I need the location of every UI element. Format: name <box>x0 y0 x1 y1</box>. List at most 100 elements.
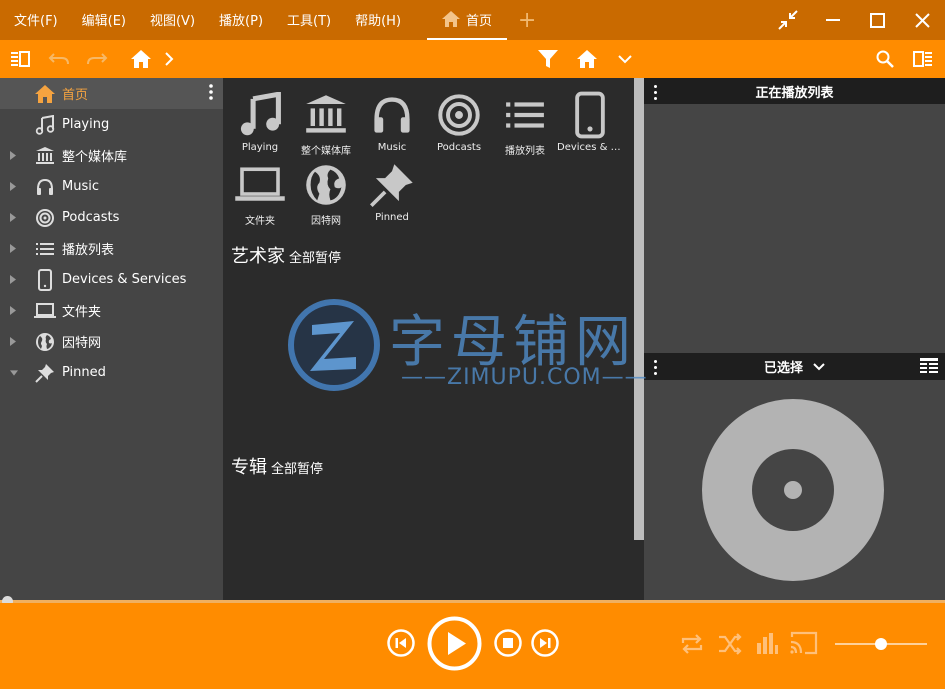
sidebar-item-pinned[interactable]: Pinned <box>0 357 223 388</box>
now-playing-title: 正在播放列表 <box>755 85 834 101</box>
list-view-icon[interactable] <box>920 358 938 375</box>
expand-arrow-icon[interactable] <box>10 182 18 192</box>
section-artists-sub[interactable]: 全部暂停 <box>289 247 341 266</box>
tile-playlists[interactable]: 播放列表 <box>492 90 558 160</box>
expand-arrow-icon[interactable] <box>10 275 18 285</box>
undo-icon <box>48 53 69 65</box>
tile-label: Playing <box>241 142 279 153</box>
cast-button[interactable] <box>788 629 820 657</box>
menu-view[interactable]: 视图(V) <box>138 0 207 40</box>
menu-tools[interactable]: 工具(T) <box>275 0 343 40</box>
sidebar-item-label: 播放列表 <box>62 243 115 258</box>
section-albums-sub[interactable]: 全部暂停 <box>271 458 323 477</box>
menu-help[interactable]: 帮助(H) <box>343 0 413 40</box>
close-button[interactable] <box>900 0 945 40</box>
back-button[interactable] <box>43 40 75 78</box>
filter-button[interactable] <box>532 40 564 78</box>
search-button[interactable] <box>869 40 901 78</box>
tile-label: 文件夹 <box>245 216 275 227</box>
chevron-down-icon[interactable] <box>813 362 825 371</box>
sidebar-item-internet[interactable]: 因特网 <box>0 326 223 357</box>
sidebar-item-playing[interactable]: Playing <box>0 109 223 140</box>
equalizer-icon <box>757 633 778 654</box>
tab-home-label: 首页 <box>466 13 493 29</box>
collapse-arrow-icon[interactable] <box>10 368 18 378</box>
sidebar-item-playlists[interactable]: 播放列表 <box>0 233 223 264</box>
sidebar-item-podcasts[interactable]: Podcasts <box>0 202 223 233</box>
expand-arrow-icon[interactable] <box>10 244 18 254</box>
laptop-icon <box>34 300 56 322</box>
expand-arrow-icon[interactable] <box>10 213 18 223</box>
selected-title[interactable]: 已选择 <box>764 357 803 376</box>
main-scrollbar[interactable] <box>634 78 644 540</box>
tab-home[interactable]: 首页 <box>427 0 508 40</box>
headphones-icon <box>34 176 56 198</box>
sidebar-item-library[interactable]: 整个媒体库 <box>0 140 223 171</box>
equalizer-button[interactable] <box>753 629 781 657</box>
podcast-icon <box>434 90 484 140</box>
home-icon <box>34 83 56 105</box>
section-artists-title: 艺术家 <box>231 246 285 267</box>
breadcrumb-chevron[interactable] <box>153 40 185 78</box>
volume-handle[interactable] <box>875 638 887 650</box>
main-content: Playing 整个媒体库 Music Podcasts 播放列表 Device… <box>223 78 644 600</box>
chevron-right-icon <box>165 52 174 66</box>
repeat-button[interactable] <box>678 631 706 657</box>
sidebar-item-folders[interactable]: 文件夹 <box>0 295 223 326</box>
tile-music[interactable]: Music <box>359 90 425 160</box>
maximize-icon <box>870 12 885 28</box>
mini-player-button[interactable] <box>765 0 810 40</box>
more-options-icon[interactable] <box>209 83 213 104</box>
section-albums: 专辑 全部暂停 <box>231 453 323 479</box>
minimize-icon <box>825 19 840 21</box>
home-view-button[interactable] <box>571 40 603 78</box>
expand-arrow-icon[interactable] <box>10 306 18 316</box>
laptop-icon <box>235 160 285 210</box>
stop-button[interactable] <box>494 629 522 657</box>
expand-arrow-icon[interactable] <box>10 151 18 161</box>
tile-folders[interactable]: 文件夹 <box>227 160 293 230</box>
tile-podcasts[interactable]: Podcasts <box>426 90 492 160</box>
more-options-icon[interactable] <box>654 360 658 375</box>
toggle-right-panel-button[interactable] <box>907 40 939 78</box>
globe-icon <box>34 331 56 353</box>
more-options-icon[interactable] <box>654 85 658 100</box>
play-button[interactable] <box>427 616 482 671</box>
tile-playing[interactable]: Playing <box>227 90 293 160</box>
tile-internet[interactable]: 因特网 <box>293 160 359 230</box>
tile-library[interactable]: 整个媒体库 <box>293 90 359 160</box>
previous-button[interactable] <box>387 629 415 657</box>
forward-button[interactable] <box>81 40 113 78</box>
selected-art-panel <box>644 380 945 600</box>
player-bar <box>0 603 945 689</box>
skip-previous-icon <box>387 629 415 657</box>
tile-devices[interactable]: Devices & S... <box>557 90 623 160</box>
tile-pinned[interactable]: Pinned <box>359 160 425 230</box>
sidebar-item-home[interactable]: 首页 <box>0 78 223 109</box>
maximize-button[interactable] <box>855 0 900 40</box>
sidebar-item-devices[interactable]: Devices & Services <box>0 264 223 295</box>
next-button[interactable] <box>531 629 559 657</box>
menu-edit[interactable]: 编辑(E) <box>70 0 138 40</box>
sidebar: 首页 Playing 整个媒体库 Music Podcasts 播放列表 Dev… <box>0 78 223 600</box>
minimize-button[interactable] <box>810 0 855 40</box>
collapse-icon <box>777 10 798 30</box>
sidebar-item-music[interactable]: Music <box>0 171 223 202</box>
menu-bar: 文件(F) 编辑(E) 视图(V) 播放(P) 工具(T) 帮助(H) 首页 + <box>0 0 945 40</box>
tile-label: 因特网 <box>311 216 341 227</box>
shuffle-button[interactable] <box>716 631 744 657</box>
window-controls <box>765 0 945 40</box>
toolbar <box>0 40 945 78</box>
globe-icon <box>301 160 351 210</box>
home-icon <box>442 11 461 27</box>
expand-arrow-icon[interactable] <box>10 337 18 347</box>
now-playing-header: 正在播放列表 <box>644 78 945 104</box>
view-dropdown-button[interactable] <box>609 40 641 78</box>
menu-file[interactable]: 文件(F) <box>0 0 70 40</box>
menu-play[interactable]: 播放(P) <box>207 0 275 40</box>
music-note-icon <box>34 114 56 136</box>
shuffle-icon <box>719 633 742 655</box>
add-tab-button[interactable]: + <box>507 0 547 40</box>
search-icon <box>876 50 894 68</box>
toggle-sidebar-button[interactable] <box>5 40 37 78</box>
